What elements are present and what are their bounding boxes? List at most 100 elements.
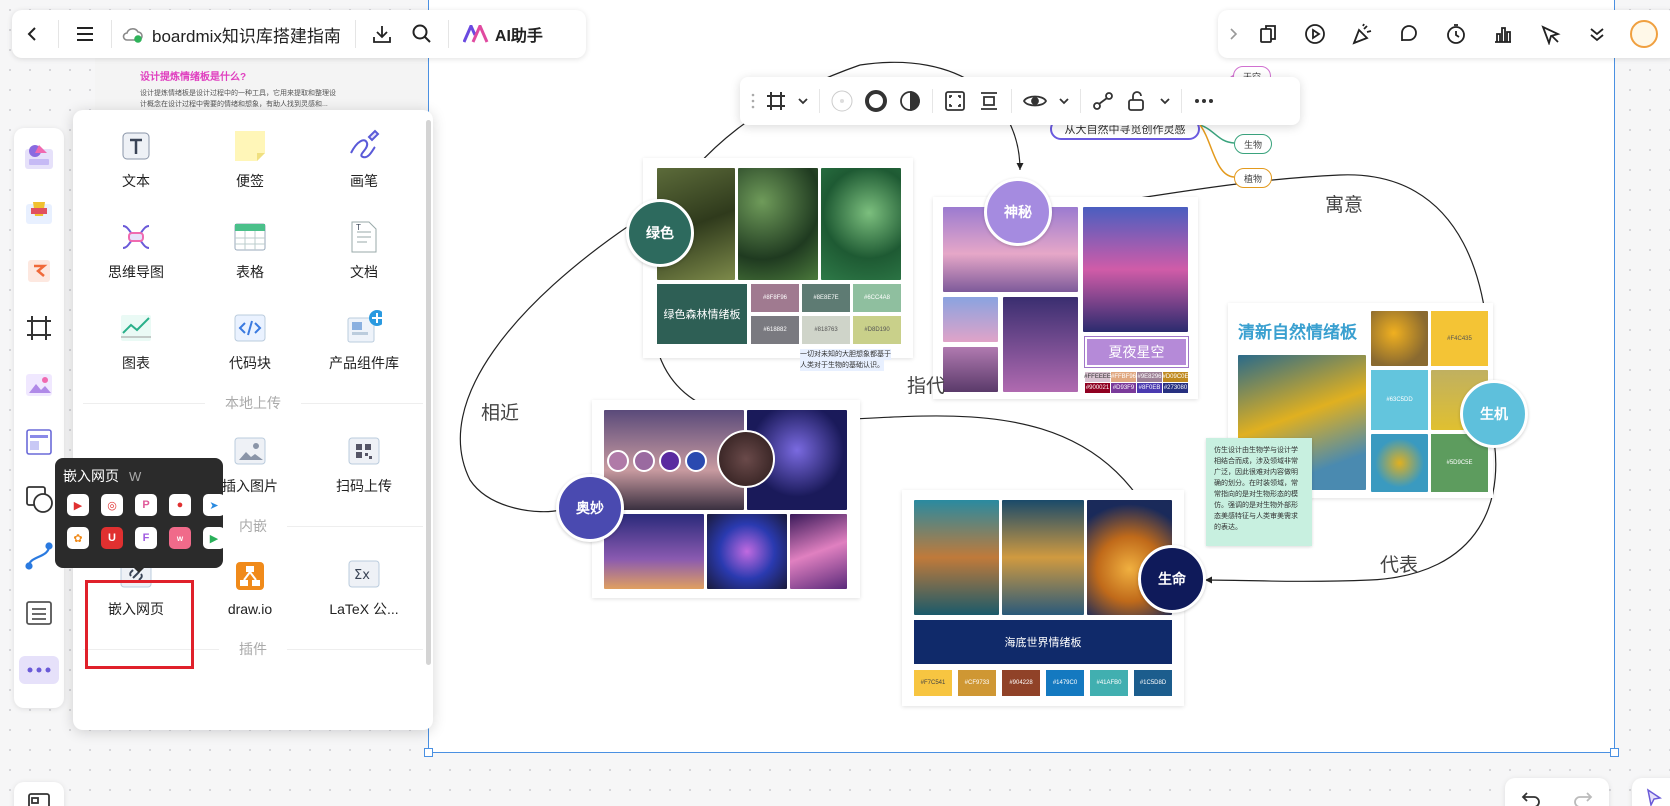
color-swatch: #CF9733: [958, 670, 996, 696]
ocean-photo: [914, 500, 999, 615]
sticky-note[interactable]: 仿生设计由生物学与设计学相结合而成，涉及领域非常广泛，因此很难对内容做明确的划分…: [1206, 438, 1312, 546]
avatar[interactable]: [1620, 14, 1667, 54]
opacity-icon[interactable]: [893, 83, 927, 119]
frame-icon[interactable]: [760, 83, 792, 119]
tool-pen[interactable]: 画笔: [309, 114, 419, 205]
tool-mindmap[interactable]: 思维导图: [81, 205, 191, 296]
download-button[interactable]: [362, 14, 402, 54]
list-tool-icon[interactable]: [14, 584, 64, 641]
tool-label: 表格: [236, 264, 264, 280]
edge-label[interactable]: 代表: [1380, 550, 1418, 577]
board-title: 绿色森林情绪板: [657, 284, 747, 344]
tool-label: 思维导图: [108, 264, 164, 280]
chevron-down-icon[interactable]: [792, 83, 814, 119]
ai-logo-icon: [462, 25, 489, 43]
document-icon: T: [346, 219, 382, 255]
moodboard-ocean[interactable]: 海底世界情绪板 #F7C541 #CF9733 #904228 #1479C0 …: [902, 490, 1184, 706]
back-button[interactable]: [12, 14, 52, 54]
drag-handle-icon[interactable]: [746, 83, 760, 119]
edge-label[interactable]: 指代: [907, 371, 945, 398]
minimap-button[interactable]: [14, 782, 64, 806]
forest-photo: [821, 168, 901, 280]
tool-chart[interactable]: 图表: [81, 296, 191, 387]
ai-assistant-button[interactable]: AI助手: [455, 22, 551, 46]
chevron-down-icon[interactable]: [1053, 83, 1075, 119]
sticker-icon[interactable]: [14, 185, 64, 242]
present-icon[interactable]: [1291, 14, 1338, 54]
tool-sticky-note[interactable]: 便签: [195, 114, 305, 205]
node-vitality[interactable]: 生机: [1460, 380, 1528, 448]
comment-icon[interactable]: [1385, 14, 1432, 54]
moodboard-wonder[interactable]: [592, 400, 860, 598]
mindmap-node[interactable]: 生物: [1234, 134, 1272, 154]
minimap-icon: [28, 793, 50, 806]
color-swatch: #8F8F96: [751, 284, 799, 312]
more-tools-button[interactable]: [14, 641, 64, 698]
cursor-icon: [1646, 788, 1662, 806]
color-swatch: #D93F9: [1111, 383, 1136, 393]
board-title: 清新自然情绪板: [1238, 323, 1357, 342]
chevron-right-icon[interactable]: [1224, 14, 1244, 54]
document-title[interactable]: boardmix知识库搭建指南: [152, 22, 341, 47]
undo-redo-bar: [1505, 778, 1609, 806]
youku-icon: U: [101, 527, 123, 549]
tool-latex[interactable]: Σx LaTeX 公...: [309, 542, 419, 633]
mindmap-node[interactable]: 植物: [1234, 168, 1272, 188]
tool-label: draw.io: [227, 601, 273, 617]
color-swatch: #6CC4A8: [853, 284, 901, 312]
text-icon: [118, 128, 154, 164]
timer-icon[interactable]: [1432, 14, 1479, 54]
align-icon[interactable]: [972, 83, 1006, 119]
edge-label[interactable]: 相近: [481, 398, 519, 425]
ai-assistant-label: AI助手: [494, 28, 543, 45]
tool-table[interactable]: 表格: [195, 205, 305, 296]
frame-tool-icon[interactable]: [14, 299, 64, 356]
color-swatch: #FFEEEE: [1084, 372, 1111, 382]
template-library-icon[interactable]: [14, 128, 64, 185]
table-icon: [232, 219, 268, 255]
fit-icon[interactable]: [938, 83, 972, 119]
moodboard-forest[interactable]: 绿色森林情绪板 #8F8F96 #8E8E7E #6CC4A8 #618882 …: [643, 158, 913, 358]
bilibili-icon: ▶: [67, 494, 89, 516]
undo-icon[interactable]: [1521, 790, 1541, 806]
tool-qr-upload[interactable]: 扫码上传: [309, 419, 419, 510]
tool-text[interactable]: 文本: [81, 114, 191, 205]
color-swatch: #FFBF96: [1111, 372, 1137, 382]
image-tool-icon[interactable]: [14, 356, 64, 413]
cursor-tool-button[interactable]: [1632, 778, 1670, 806]
laser-pointer-icon[interactable]: [1526, 14, 1573, 54]
node-life[interactable]: 生命: [1138, 545, 1206, 613]
panel-scrollbar[interactable]: [426, 120, 431, 665]
wonder-circle: [717, 430, 775, 488]
celebrate-icon[interactable]: [1338, 14, 1385, 54]
color-swatch: #9E8296: [1137, 372, 1162, 382]
chevron-down-icon[interactable]: [1154, 83, 1176, 119]
color-swatch: #273080: [1163, 383, 1188, 393]
color-swatch: #41AFB0: [1090, 670, 1128, 696]
search-button[interactable]: [402, 14, 442, 54]
lock-icon[interactable]: [1120, 83, 1154, 119]
edge-label[interactable]: 寓意: [1325, 190, 1363, 217]
connect-icon[interactable]: [1086, 83, 1120, 119]
tool-document[interactable]: T 文档: [309, 205, 419, 296]
vote-icon[interactable]: [1479, 14, 1526, 54]
collapse-icon[interactable]: [1573, 14, 1620, 54]
highlight-box: [85, 580, 194, 669]
node-wonder[interactable]: 奥妙: [556, 474, 624, 542]
menu-button[interactable]: [65, 14, 105, 54]
redo-icon[interactable]: [1573, 790, 1593, 806]
more-icon[interactable]: [1187, 83, 1221, 119]
node-mystery[interactable]: 神秘: [984, 178, 1052, 246]
embed-web-tooltip: 嵌入网页 W ▶ ◎ P ● ➤ ✿ U F w ▶: [55, 458, 225, 568]
tool-component-library[interactable]: 产品组件库: [309, 296, 419, 387]
fill-none-icon[interactable]: [825, 83, 859, 119]
node-green[interactable]: 绿色: [626, 199, 694, 267]
tool-code-block[interactable]: 代码块: [195, 296, 305, 387]
shape-icon[interactable]: [14, 242, 64, 299]
pen-icon: [346, 128, 382, 164]
moodboard-starry[interactable]: 夏夜星空 #FFEEEE #FFBF96 #9E8296 #D09C0E #90…: [933, 197, 1198, 399]
eye-icon[interactable]: [1017, 83, 1053, 119]
border-icon[interactable]: [859, 83, 893, 119]
code-block-icon: [232, 310, 268, 346]
template-icon[interactable]: [1244, 14, 1291, 54]
